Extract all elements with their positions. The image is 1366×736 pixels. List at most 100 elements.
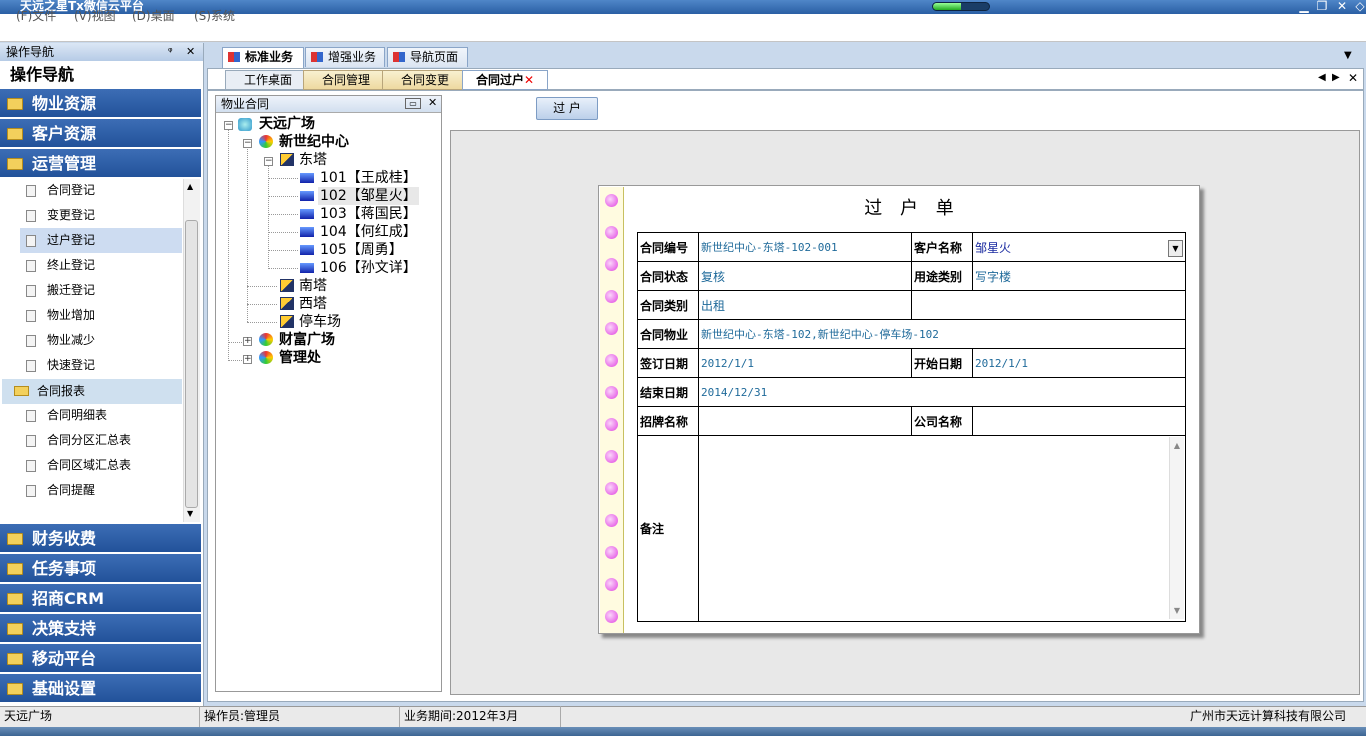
help-icon[interactable]: ◇ — [1352, 0, 1366, 13]
field-customer[interactable]: 邹星火 — [972, 232, 1186, 262]
tab-scroll-left-icon[interactable]: ◀ — [1318, 72, 1326, 83]
tree-node-unit-102[interactable]: 102【邹星火】 — [318, 187, 419, 205]
tree-node-unit-104[interactable]: 104【何红成】 — [320, 223, 417, 241]
remark-scrollbar[interactable]: ▲ ▼ — [1169, 437, 1184, 619]
nav-item-transfer-register[interactable]: 过户登记 — [20, 228, 182, 253]
binder-ring-icon — [605, 514, 618, 527]
nav-group-crm[interactable]: 招商CRM — [0, 584, 201, 613]
field-contract-no[interactable]: 新世纪中心-东塔-102-001 — [698, 232, 912, 262]
nav-item-contract-zone-summary[interactable]: 合同分区汇总表 — [20, 428, 182, 453]
tree-node-unit-101[interactable]: 101【王成桂】 — [320, 169, 417, 187]
tab-scroll-right-icon[interactable]: ▶ — [1332, 72, 1340, 83]
minimize-icon[interactable]: ▁ — [1296, 0, 1312, 13]
nav-group-operations[interactable]: 运营管理 — [0, 149, 201, 178]
nav-group-tasks[interactable]: 任务事项 — [0, 554, 201, 583]
tab-label: 导航页面 — [410, 50, 459, 64]
nav-group-customer[interactable]: 客户资源 — [0, 119, 201, 148]
nav-item-move-register[interactable]: 搬迁登记 — [20, 278, 182, 303]
field-company-name[interactable] — [972, 406, 1186, 436]
tab-contract-change[interactable]: 合同变更 — [382, 70, 468, 90]
field-remark[interactable] — [698, 435, 1186, 622]
tab-list-dropdown-icon[interactable]: ▼ — [1344, 50, 1352, 61]
collapse-icon[interactable]: − — [264, 157, 273, 166]
nav-group-label: 客户资源 — [32, 124, 97, 143]
field-start-date[interactable]: 2012/1/1 — [972, 348, 1186, 378]
expand-icon[interactable]: + — [243, 355, 252, 364]
field-brand-name[interactable] — [698, 406, 912, 436]
tab-close-icon[interactable]: ✕ — [524, 73, 534, 87]
expand-icon[interactable]: + — [243, 337, 252, 346]
tower-icon — [280, 153, 294, 166]
menu-desktop[interactable]: (D)桌面 — [132, 7, 175, 24]
restore-icon[interactable]: ❐ — [1314, 0, 1330, 13]
tree-node-management-office[interactable]: 管理处 — [279, 349, 321, 367]
label-contract-status: 合同状态 — [637, 261, 699, 291]
tree-node-unit-106[interactable]: 106【孙文详】 — [320, 259, 417, 277]
nav-close-icon[interactable]: ✕ — [186, 45, 195, 58]
tree-node-parking[interactable]: 停车场 — [299, 313, 341, 331]
tree-restore-icon[interactable]: ▭ — [405, 98, 421, 109]
tree-node-wealth-plaza[interactable]: 财富广场 — [279, 331, 335, 349]
tree-node-root[interactable]: 天远广场 — [259, 115, 315, 133]
nav-item-contract-register[interactable]: 合同登记 — [20, 178, 182, 203]
nav-item-terminate-register[interactable]: 终止登记 — [20, 253, 182, 278]
tab-standard-business[interactable]: 标准业务 — [222, 47, 304, 68]
scroll-up-icon[interactable]: ▲ — [1170, 441, 1184, 450]
menu-file[interactable]: (F)文件 — [16, 7, 56, 24]
field-end-date[interactable]: 2014/12/31 — [698, 377, 1186, 407]
customer-dropdown-icon[interactable]: ▼ — [1168, 240, 1183, 257]
binder-ring-icon — [605, 290, 618, 303]
field-contract-status[interactable]: 复核 — [698, 261, 912, 291]
scroll-down-icon[interactable]: ▼ — [187, 509, 193, 518]
transfer-button[interactable]: 过 户 — [536, 97, 598, 120]
nav-item-property-add[interactable]: 物业增加 — [20, 303, 182, 328]
field-contract-property[interactable]: 新世纪中心-东塔-102,新世纪中心-停车场-102 — [698, 319, 1186, 349]
building-group-icon — [259, 333, 273, 346]
nav-item-property-reduce[interactable]: 物业减少 — [20, 328, 182, 353]
binder-ring-icon — [605, 322, 618, 335]
field-sign-date[interactable]: 2012/1/1 — [698, 348, 912, 378]
tree-guide-line — [247, 322, 277, 323]
collapse-icon[interactable]: − — [243, 139, 252, 148]
scroll-up-icon[interactable]: ▲ — [187, 182, 193, 191]
field-contract-type[interactable]: 出租 — [698, 290, 912, 320]
tab-navigation-page[interactable]: 导航页面 — [387, 47, 468, 67]
nav-item-contract-detail[interactable]: 合同明细表 — [20, 403, 182, 428]
menu-view[interactable]: (V)视图 — [74, 7, 116, 24]
status-period: 业务期间:2012年3月 — [400, 706, 561, 727]
tree-node-unit-103[interactable]: 103【蒋国民】 — [320, 205, 417, 223]
tab-contract-management[interactable]: 合同管理 — [303, 70, 389, 90]
unit-icon — [300, 245, 314, 255]
nav-item-change-register[interactable]: 变更登记 — [20, 203, 182, 228]
nav-folder-contract-reports[interactable]: 合同报表 — [2, 379, 182, 404]
nav-item-contract-area-summary[interactable]: 合同区域汇总表 — [20, 453, 182, 478]
nav-item-quick-register[interactable]: 快速登记 — [20, 353, 182, 378]
nav-group-property[interactable]: 物业资源 — [0, 89, 201, 118]
tree-guide-line — [268, 178, 298, 179]
nav-group-mobile[interactable]: 移动平台 — [0, 644, 201, 673]
tree-node-east-tower[interactable]: 东塔 — [299, 151, 327, 169]
tab-close-all-icon[interactable]: ✕ — [1348, 71, 1358, 85]
menu-system[interactable]: (S)系统 — [194, 7, 235, 24]
pin-icon[interactable]: ᵠ — [168, 45, 173, 58]
tree-node-center[interactable]: 新世纪中心 — [279, 133, 349, 151]
tab-contract-transfer[interactable]: 合同过户✕ — [462, 70, 548, 90]
nav-group-decision[interactable]: 决策支持 — [0, 614, 201, 643]
document-icon — [26, 310, 36, 322]
field-usage[interactable]: 写字楼 — [972, 261, 1186, 291]
tab-workdesk[interactable]: 工作桌面 — [225, 70, 311, 90]
tree-node-unit-105[interactable]: 105【周勇】 — [320, 241, 403, 259]
tree-guide-line — [268, 165, 269, 269]
collapse-icon[interactable]: − — [224, 121, 233, 130]
tree-close-icon[interactable]: ✕ — [428, 96, 437, 109]
tree-node-west-tower[interactable]: 西塔 — [299, 295, 327, 313]
status-operator: 操作员:管理员 — [200, 706, 400, 727]
nav-group-finance[interactable]: 财务收费 — [0, 524, 201, 553]
tab-enhanced-business[interactable]: 增强业务 — [305, 47, 385, 67]
nav-scrollbar-thumb[interactable] — [185, 220, 198, 508]
tree-node-south-tower[interactable]: 南塔 — [299, 277, 327, 295]
scroll-down-icon[interactable]: ▼ — [1170, 606, 1184, 615]
close-icon[interactable]: ✕ — [1334, 0, 1350, 13]
nav-group-basic-settings[interactable]: 基础设置 — [0, 674, 201, 703]
nav-item-contract-reminder[interactable]: 合同提醒 — [20, 478, 182, 503]
